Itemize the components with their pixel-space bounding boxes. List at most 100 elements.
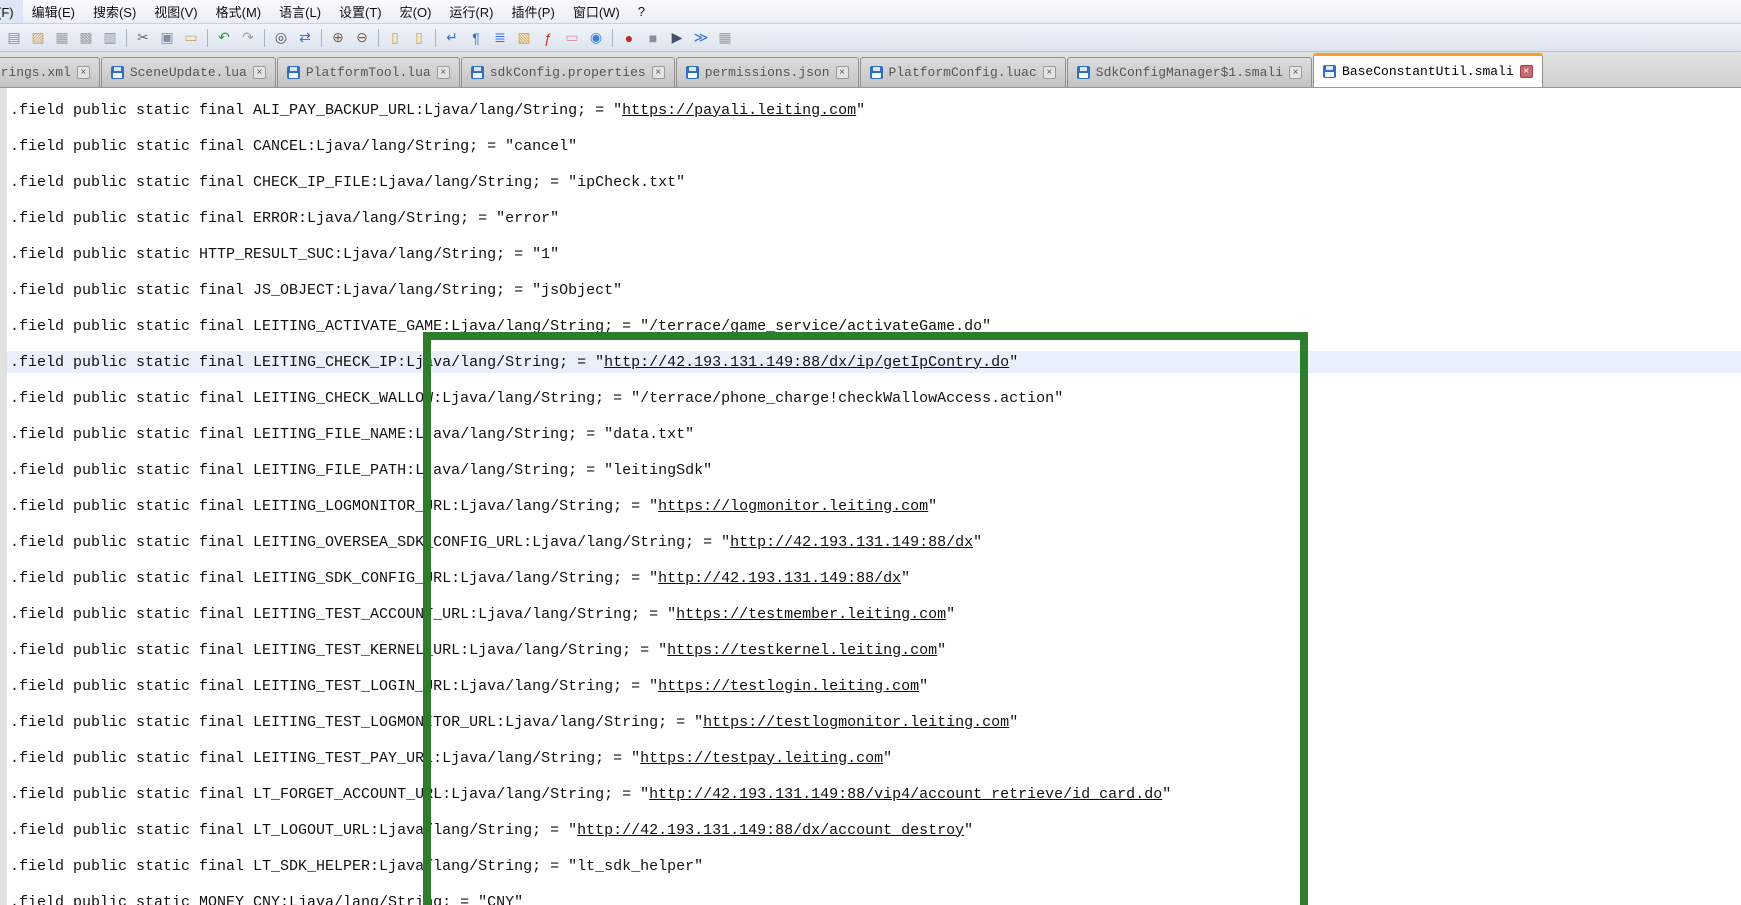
save-all-button[interactable]: ▩ <box>75 27 97 49</box>
code-line[interactable]: .field public static final LEITING_SDK_C… <box>0 560 1741 596</box>
code-line[interactable]: .field public static final JS_OBJECT:Lja… <box>0 272 1741 308</box>
tab[interactable]: SceneUpdate.lua × <box>101 57 276 88</box>
string-value: cancel <box>514 138 568 155</box>
code-text: " <box>568 138 577 155</box>
function-list-button[interactable]: ƒ <box>537 27 559 49</box>
tab-close-icon[interactable]: × <box>1520 65 1533 78</box>
print-button[interactable]: ▥ <box>99 27 121 49</box>
tab-close-icon[interactable]: × <box>1289 66 1302 79</box>
code-line[interactable]: .field public static final LEITING_TEST_… <box>0 632 1741 668</box>
copy-button[interactable]: ▣ <box>156 27 178 49</box>
code-line[interactable]: .field public static final LEITING_OVERS… <box>0 524 1741 560</box>
code-text: " <box>964 822 973 839</box>
code-text: " <box>1009 354 1018 371</box>
folder-workspace-button[interactable]: ▭ <box>561 27 583 49</box>
string-value: http://42.193.131.149:88/dx/ip/getIpCont… <box>604 354 1009 371</box>
tab-close-icon[interactable]: × <box>77 66 90 79</box>
sync-horizontal-button[interactable]: ▯ <box>408 27 430 49</box>
menu-item[interactable]: 格式(M) <box>207 0 271 23</box>
string-value: data.txt <box>613 426 685 443</box>
menu-item[interactable]: 视图(V) <box>145 0 206 23</box>
code-line[interactable]: .field public static HTTP_RESULT_SUC:Lja… <box>0 236 1741 272</box>
replace-button[interactable]: ⇄ <box>294 27 316 49</box>
code-text: .field public static final LEITING_FILE_… <box>10 462 613 479</box>
redo-button[interactable]: ↷ <box>237 27 259 49</box>
menu-item[interactable]: 语言(L) <box>270 0 330 23</box>
find-button[interactable]: ◎ <box>270 27 292 49</box>
code-line[interactable]: .field public static final LEITING_TEST_… <box>0 704 1741 740</box>
tab[interactable]: PlatformTool.lua × <box>277 57 460 88</box>
code-line[interactable]: .field public static final ERROR:Ljava/l… <box>0 200 1741 236</box>
word-wrap-button[interactable]: ↵ <box>441 27 463 49</box>
menu-item[interactable]: 插件(P) <box>502 0 563 23</box>
code-text: " <box>946 606 955 623</box>
code-line[interactable]: .field public static final LEITING_FILE_… <box>0 416 1741 452</box>
tab-close-icon[interactable]: × <box>437 66 450 79</box>
doc-map-button[interactable]: ▧ <box>513 27 535 49</box>
editor-area[interactable]: .field public static final ALI_PAY_BACKU… <box>0 88 1741 905</box>
tab-close-icon[interactable]: × <box>836 66 849 79</box>
macro-stop-button[interactable]: ■ <box>642 27 664 49</box>
code-line[interactable]: .field public static final LT_SDK_HELPER… <box>0 848 1741 884</box>
tab[interactable]: permissions.json × <box>676 57 859 88</box>
tab[interactable]: strings.xml × <box>0 57 100 88</box>
tab[interactable]: PlatformConfig.luac × <box>860 57 1066 88</box>
tab-close-icon[interactable]: × <box>652 66 665 79</box>
code-line[interactable]: .field public static final LEITING_LOGMO… <box>0 488 1741 524</box>
code-line[interactable]: .field public static final ALI_PAY_BACKU… <box>0 92 1741 128</box>
code-text: .field public static final CHECK_IP_FILE… <box>10 174 577 191</box>
save-button[interactable]: ▦ <box>51 27 73 49</box>
code-line[interactable]: .field public static final LEITING_TEST_… <box>0 668 1741 704</box>
code-line[interactable]: .field public static final LEITING_TEST_… <box>0 740 1741 776</box>
menu-item[interactable]: 编辑(E) <box>23 0 84 23</box>
tab-close-icon[interactable]: × <box>1043 66 1056 79</box>
zoom-in-button[interactable]: ⊕ <box>327 27 349 49</box>
macro-record-button[interactable]: ● <box>618 27 640 49</box>
zoom-out-button[interactable]: ⊖ <box>351 27 373 49</box>
menu-item[interactable]: ? <box>629 0 654 23</box>
code-text: " <box>613 282 622 299</box>
menu-item[interactable]: 搜索(S) <box>84 0 145 23</box>
cut-button[interactable]: ✂ <box>132 27 154 49</box>
menu-item[interactable]: 宏(O) <box>391 0 441 23</box>
monitoring-button[interactable]: ◉ <box>585 27 607 49</box>
string-value: https://logmonitor.leiting.com <box>658 498 928 515</box>
tab-close-icon[interactable]: × <box>253 66 266 79</box>
code-line[interactable]: .field public static final CHECK_IP_FILE… <box>0 164 1741 200</box>
macro-run-multi-button[interactable]: ≫ <box>690 27 712 49</box>
menu-item[interactable]: 运行(R) <box>440 0 502 23</box>
new-file-button[interactable]: ▤ <box>3 27 25 49</box>
tab[interactable]: SdkConfigManager$1.smali × <box>1067 57 1312 88</box>
code-line[interactable]: .field public static final LT_FORGET_ACC… <box>0 776 1741 812</box>
toolbar-separator <box>264 29 265 47</box>
string-value: /terrace/game_service/activateGame.do <box>649 318 982 335</box>
tab[interactable]: BaseConstantUtil.smali × <box>1313 53 1543 88</box>
undo-button[interactable]: ↶ <box>213 27 235 49</box>
open-file-button[interactable]: ▨ <box>27 27 49 49</box>
sync-vertical-button[interactable]: ▯ <box>384 27 406 49</box>
code-line[interactable]: .field public static final LEITING_CHECK… <box>0 344 1741 380</box>
tab-label: PlatformTool.lua <box>306 65 431 80</box>
code-line[interactable]: .field public static final LEITING_CHECK… <box>0 380 1741 416</box>
code-line[interactable]: .field public static final LEITING_TEST_… <box>0 596 1741 632</box>
tab-label: SceneUpdate.lua <box>130 65 247 80</box>
code-text: .field public static final ERROR:Ljava/l… <box>10 210 505 227</box>
code-line[interactable]: .field public static final LEITING_FILE_… <box>0 452 1741 488</box>
indent-guide-button[interactable]: ≣ <box>489 27 511 49</box>
tab[interactable]: sdkConfig.properties × <box>461 57 675 88</box>
code-text: .field public static final LEITING_FILE_… <box>10 426 613 443</box>
file-saved-icon <box>1323 65 1336 78</box>
show-all-chars-button[interactable]: ¶ <box>465 27 487 49</box>
macro-save-button[interactable]: ▦ <box>714 27 736 49</box>
menu-item[interactable]: 窗口(W) <box>564 0 629 23</box>
code-text: .field public static final LEITING_CHECK… <box>10 390 640 407</box>
code-line[interactable]: .field public static MONEY_CNY:Ljava/lan… <box>0 884 1741 905</box>
code-line[interactable]: .field public static final LT_LOGOUT_URL… <box>0 812 1741 848</box>
code-line[interactable]: .field public static final LEITING_ACTIV… <box>0 308 1741 344</box>
code-line[interactable]: .field public static final CANCEL:Ljava/… <box>0 128 1741 164</box>
menu-item[interactable]: 文件(F) <box>0 0 23 23</box>
code-text: .field public static final LEITING_CHECK… <box>10 354 604 371</box>
paste-button[interactable]: ▭ <box>180 27 202 49</box>
macro-play-button[interactable]: ▶ <box>666 27 688 49</box>
menu-item[interactable]: 设置(T) <box>330 0 391 23</box>
